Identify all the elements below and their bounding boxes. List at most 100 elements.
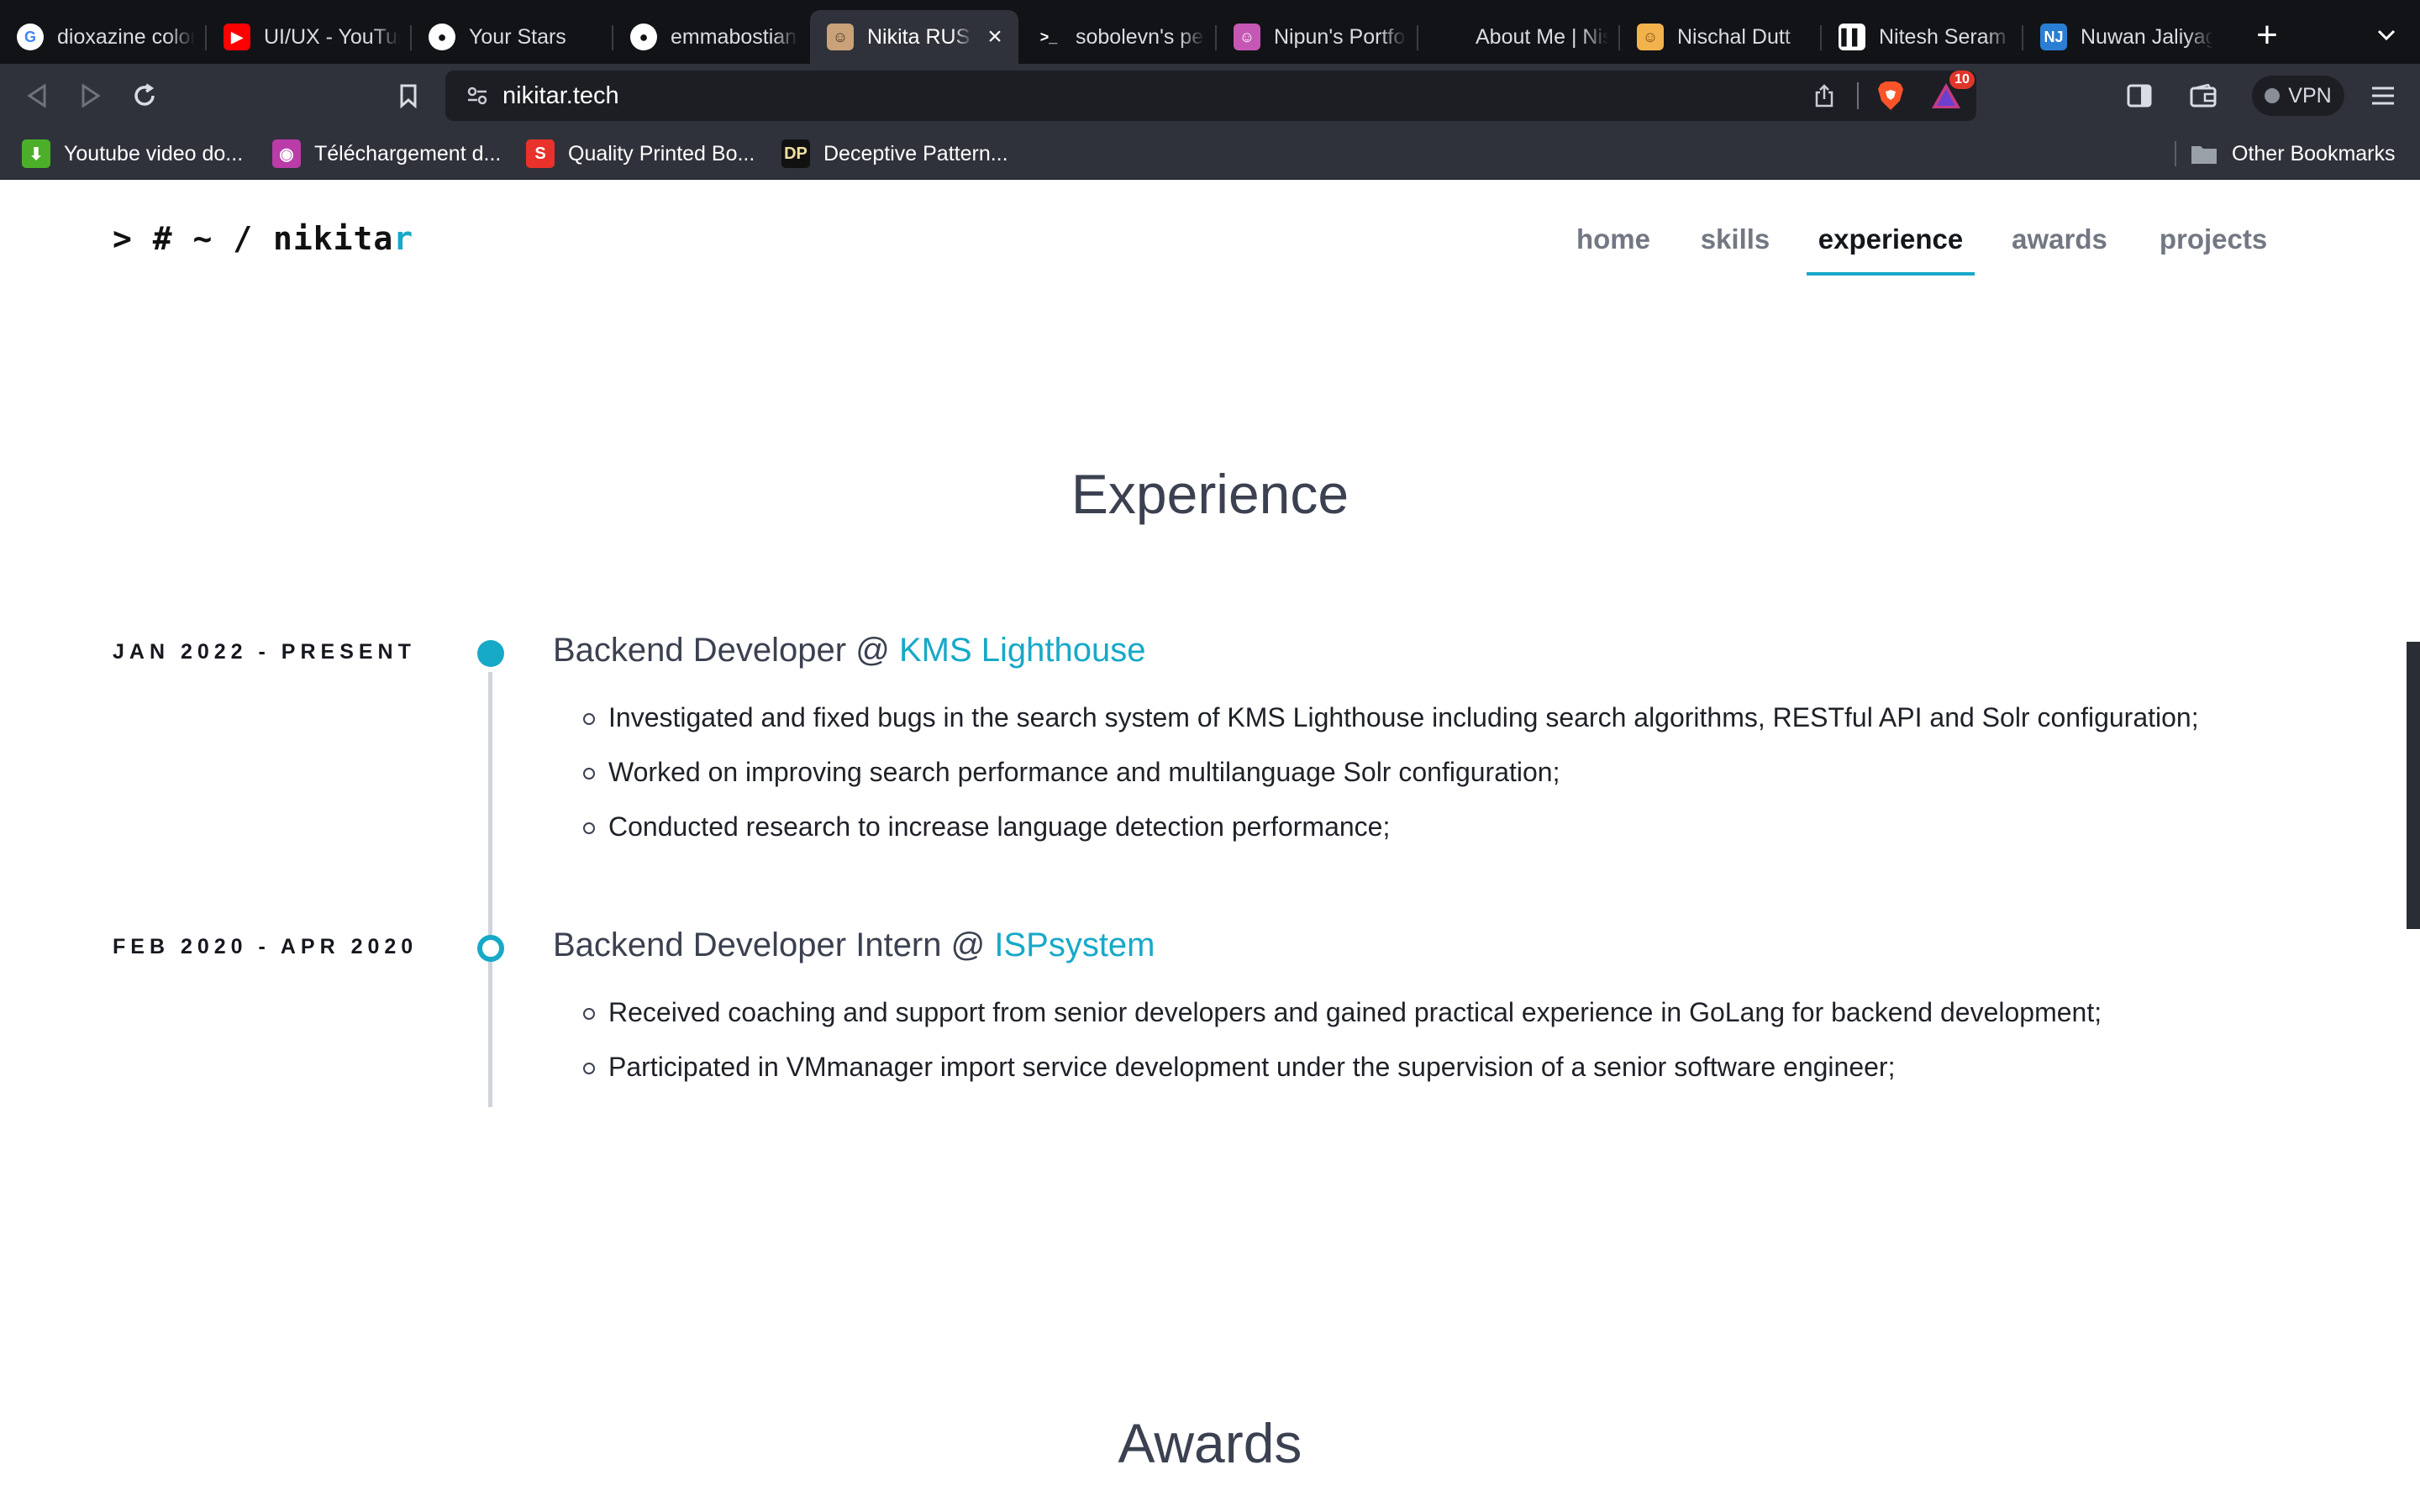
bookmark-label: Téléchargement d... [314, 141, 502, 165]
rewards-count-badge: 10 [1949, 71, 1975, 89]
tab-title: sobolevn's personal blog [1076, 24, 1205, 49]
timeline-line [488, 672, 492, 1107]
tab-nipun[interactable]: ☺ Nipun's Portfolio [1217, 10, 1418, 64]
other-bookmarks-label: Other Bookmarks [2232, 141, 2396, 165]
tab-title: Nikita RUS [867, 24, 971, 49]
vpn-status-dot [2265, 88, 2281, 103]
close-tab-icon[interactable]: × [983, 23, 1007, 51]
github-icon: ● [429, 24, 455, 50]
s-logo-icon: S [526, 139, 555, 168]
tab-your-stars[interactable]: ● Your Stars [412, 10, 613, 64]
tab-title: dioxazine color [57, 24, 195, 49]
reload-icon[interactable] [124, 76, 165, 116]
wallet-icon[interactable] [2183, 76, 2223, 116]
awards-heading: Awards [1118, 1412, 1302, 1474]
tab-emmabostian[interactable]: ● emmabostian/developer-portfolios [613, 10, 810, 64]
tab-title: Nitesh Seram [1879, 24, 2007, 49]
nav-home[interactable]: home [1565, 210, 1662, 276]
dp-logo-icon: DP [781, 139, 810, 168]
bookmark-deceptive-patterns[interactable]: DP Deceptive Pattern... [781, 136, 1008, 171]
tab-title: Nischal Dutt [1677, 24, 1791, 49]
forward-arrow-icon[interactable] [71, 76, 111, 116]
bookmark-quality-printed[interactable]: S Quality Printed Bo... [526, 136, 755, 171]
scrollbar-thumb[interactable] [2407, 642, 2420, 929]
bookmark-telechargement[interactable]: ◉ Téléchargement d... [272, 136, 501, 171]
tab-youtube[interactable]: ▶ UI/UX - YouTube [207, 10, 412, 64]
job-bullets: Investigated and fixed bugs in the searc… [583, 701, 2199, 865]
job-bullet: Investigated and fixed bugs in the searc… [583, 701, 2199, 756]
book-icon: ▌▌ [1839, 24, 1865, 50]
brave-shields-icon[interactable] [1874, 79, 1907, 113]
bookmark-icon[interactable] [388, 76, 429, 116]
job-bullet: Participated in VMmanager import service… [583, 1051, 2102, 1105]
app-icon: ◉ [272, 139, 301, 168]
nav-projects[interactable]: projects [2151, 210, 2275, 276]
site-settings-icon[interactable] [464, 82, 491, 109]
folder-icon [2190, 139, 2218, 168]
memoji-icon: ☺ [1637, 24, 1664, 50]
tab-nikita-active[interactable]: ☺ Nikita RUS × [810, 10, 1018, 64]
url-divider [1857, 82, 1859, 109]
avatar-favicon: ☺ [827, 24, 854, 50]
terminal-icon: >_ [1035, 24, 1062, 50]
job-bullet: Worked on improving search performance a… [583, 756, 2199, 811]
tab-nuwan[interactable]: NJ Nuwan Jaliyagoda [2023, 10, 2225, 64]
logo-text: > # ~ / nikita [113, 220, 394, 257]
job-date: FEB 2020 - APR 2020 [113, 935, 418, 958]
timeline-current-dot [477, 640, 504, 667]
download-arrow-icon: ⬇ [22, 139, 50, 168]
job-role: Backend Developer Intern @ [553, 927, 995, 963]
tab-nisarg[interactable]: About Me | Nisarg [1418, 10, 1620, 64]
nav-skills[interactable]: skills [1689, 210, 1781, 276]
nj-icon: NJ [2040, 24, 2067, 50]
company-link[interactable]: ISPsystem [994, 927, 1155, 963]
new-tab-plus-icon[interactable]: + [2244, 12, 2291, 59]
tab-title: Your Stars [469, 24, 566, 49]
tab-sobolevn[interactable]: >_ sobolevn's personal blog [1018, 10, 1217, 64]
github-icon: ● [630, 24, 657, 50]
other-bookmarks-button[interactable]: Other Bookmarks [2190, 136, 2396, 171]
tab-title: Nuwan Jaliyagoda [2081, 24, 2213, 49]
google-icon: G [17, 24, 44, 50]
tab-title: About Me | Nisarg [1476, 24, 1608, 49]
blank-favicon [1435, 24, 1462, 50]
hamburger-menu-icon[interactable] [2363, 76, 2403, 116]
company-link[interactable]: KMS Lighthouse [899, 632, 1146, 669]
bookmarks-bar: ⬇ Youtube video do... ◉ Téléchargement d… [0, 128, 2420, 180]
sidebar-toggle-icon[interactable] [2119, 76, 2160, 116]
bookmark-label: Youtube video do... [64, 141, 244, 165]
vpn-label: VPN [2288, 83, 2332, 108]
job-bullets: Received coaching and support from senio… [583, 996, 2102, 1105]
tab-nitesh[interactable]: ▌▌ Nitesh Seram [1822, 10, 2023, 64]
youtube-icon: ▶ [224, 24, 250, 50]
page-viewport: > # ~ / nikitar home skills experience a… [0, 180, 2420, 1512]
share-icon[interactable] [1810, 81, 1839, 111]
bookmark-label: Quality Printed Bo... [568, 141, 755, 165]
job-bullet: Conducted research to increase language … [583, 811, 2199, 865]
logo-accent: r [393, 220, 414, 257]
nav-experience[interactable]: experience [1807, 210, 1975, 276]
address-bar[interactable]: nikitar.tech 10 [445, 71, 1976, 121]
vpn-button[interactable]: VPN [2252, 76, 2344, 116]
job-title: Backend Developer @ KMS Lighthouse [553, 632, 1145, 669]
url-text[interactable]: nikitar.tech [502, 82, 619, 110]
tab-nischal[interactable]: ☺ Nischal Dutt [1620, 10, 1822, 64]
job-date: JAN 2022 - PRESENT [113, 640, 416, 664]
browser-toolbar: nikitar.tech 10 VPN [0, 64, 2420, 128]
bookmark-youtube-downloader[interactable]: ⬇ Youtube video do... [22, 136, 243, 171]
tab-dioxazine[interactable]: G dioxazine color [0, 10, 207, 64]
job-role: Backend Developer @ [553, 632, 899, 669]
tab-title: emmabostian/developer-portfolios [671, 24, 798, 49]
back-arrow-icon[interactable] [17, 76, 57, 116]
job-title: Backend Developer Intern @ ISPsystem [553, 927, 1155, 964]
tab-title: UI/UX - YouTube [264, 24, 400, 49]
site-logo[interactable]: > # ~ / nikitar [113, 220, 413, 257]
chevron-down-icon[interactable] [2363, 12, 2410, 59]
job-bullet: Received coaching and support from senio… [583, 996, 2102, 1051]
experience-heading: Experience [1071, 463, 1349, 525]
tab-strip: G dioxazine color ▶ UI/UX - YouTube ● Yo… [0, 0, 2420, 64]
nav-awards[interactable]: awards [2005, 210, 2114, 276]
timeline-past-dot [477, 935, 504, 962]
bookmarks-divider [2175, 141, 2176, 166]
tab-title: Nipun's Portfolio [1274, 24, 1407, 49]
